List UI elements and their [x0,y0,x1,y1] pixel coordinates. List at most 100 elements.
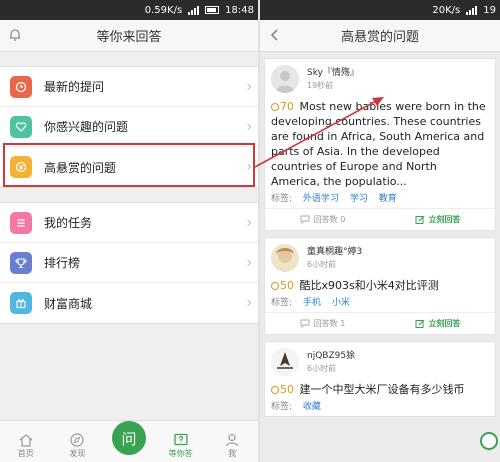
tag-row: 标签: 收藏 [265,397,495,416]
nav-discover[interactable]: 发现 [57,433,97,459]
tag-row: 标签: 外语学习 学习 教育 [265,189,495,208]
nav-label: 发现 [69,449,86,458]
coin-icon [271,103,279,111]
chevron-right-icon: › [246,78,252,95]
question-card[interactable]: njQBZ95狳 6小时前 50 建一个中型大米厂设备有多少钱币 标签: 收藏 [264,341,496,417]
tag[interactable]: 小米 [332,298,350,308]
answer-now-button[interactable]: 立刻回答 [380,318,495,329]
menu-item-high-reward[interactable]: 高悬赏的问题 › [0,147,258,187]
answer-count[interactable]: 回答数 1 [265,318,380,329]
question-body: Most new babies were born in the develop… [271,100,486,188]
task-icon [10,211,32,234]
signal-icon [188,5,200,15]
question-text[interactable]: 50 酷比x903s和小米4对比评测 [265,276,495,293]
tag-row: 标签: 手机 小米 [265,293,495,312]
tags-label: 标签: [271,194,293,204]
tags-label: 标签: [271,298,293,308]
header: 等你来回答 [0,20,258,52]
nav-answer[interactable]: 等你答 [161,433,201,459]
menu-item-latest[interactable]: 最新的提问 › [0,67,258,107]
network-speed: 20K/s [432,4,461,16]
compass-icon [70,433,84,447]
question-text[interactable]: 70 Most new babies were born in the deve… [265,97,495,189]
menu-label: 我的任务 [44,216,93,230]
avatar[interactable] [271,348,299,376]
answer-count-label: 回答数 1 [313,319,346,328]
menu-group-1: 最新的提问 › 你感兴趣的问题 › 高悬赏的问题 › [0,66,258,188]
nav-me[interactable]: 我 [212,433,252,459]
nav-label: 我 [228,449,237,458]
question-text[interactable]: 50 建一个中型大米厂设备有多少钱币 [265,380,495,397]
avatar[interactable] [271,244,299,272]
menu-label: 排行榜 [44,256,81,270]
username[interactable]: 童真桐趣°婷3 [307,244,362,257]
question-card[interactable]: Sky『情殇』 19秒前 70 Most new babies were bor… [264,58,496,231]
comment-icon [300,215,310,224]
menu-item-interested[interactable]: 你感兴趣的问题 › [0,107,258,147]
right-screen: 20K/s 19 高悬赏的问题 Sky『情殇』 19秒前 70 Most new… [258,0,500,462]
avatar[interactable] [271,65,299,93]
status-bar: 0.59K/s 18:48 [0,0,258,20]
nav-ask[interactable]: 问 [109,421,149,459]
edit-icon [415,319,424,328]
clock-time: 18:48 [225,4,254,16]
signal-icon [466,5,478,15]
coin-icon [10,156,32,178]
post-time: 6小时前 [307,260,337,269]
status-bar: 20K/s 19 [260,0,500,20]
menu-item-tasks[interactable]: 我的任务 › [0,203,258,243]
heart-icon [10,115,32,138]
username[interactable]: Sky『情殇』 [307,65,359,78]
left-screen: 0.59K/s 18:48 等你来回答 最新的提问 › 你感兴趣的问题 › 高悬… [0,0,258,462]
card-footer: 回答数 1 立刻回答 [265,312,495,334]
tag[interactable]: 外语学习 [303,194,339,204]
menu-item-leaderboard[interactable]: 排行榜 › [0,243,258,283]
question-body: 酷比x903s和小米4对比评测 [299,279,439,292]
network-speed: 0.59K/s [144,4,183,16]
chevron-right-icon: › [246,214,252,231]
answer-icon [173,433,188,446]
nav-label: 首页 [17,449,34,458]
post-time: 6小时前 [307,364,337,373]
page-title: 等你来回答 [96,30,162,45]
bell-icon[interactable] [8,28,22,46]
menu-label: 高悬赏的问题 [44,160,117,175]
back-arrow-icon[interactable] [268,28,282,46]
menu-item-mall[interactable]: 财富商城 › [0,283,258,323]
reward-amount: 50 [280,383,294,396]
answer-now-button[interactable]: 立刻回答 [380,214,495,225]
answer-count-label: 回答数 0 [313,215,346,224]
post-time: 19秒前 [307,81,334,90]
trophy-icon [10,251,32,274]
menu-label: 财富商城 [44,296,93,311]
tag[interactable]: 教育 [379,194,397,204]
comment-icon [300,319,310,328]
username[interactable]: njQBZ95狳 [307,348,355,361]
chevron-right-icon: › [246,254,252,271]
reward-amount: 70 [280,100,294,113]
floating-action-button[interactable] [480,432,498,450]
tag[interactable]: 手机 [303,298,321,308]
menu-group-2: 我的任务 › 排行榜 › 财富商城 › [0,202,258,324]
bottom-nav: 首页 发现 问 等你答 我 [0,420,258,462]
tag[interactable]: 收藏 [303,402,321,412]
gift-icon [10,292,32,314]
answer-count[interactable]: 回答数 0 [265,214,380,225]
question-body: 建一个中型大米厂设备有多少钱币 [299,383,465,396]
clock-time: 19 [483,4,496,16]
clock-icon [10,75,32,98]
coin-icon [271,282,279,290]
card-footer: 回答数 0 立刻回答 [265,208,495,230]
tag[interactable]: 学习 [350,194,368,204]
menu-label: 最新的提问 [44,80,105,94]
answer-now-label: 立刻回答 [428,215,461,224]
question-card[interactable]: 童真桐趣°婷3 6小时前 50 酷比x903s和小米4对比评测 标签: 手机 小… [264,237,496,335]
answer-now-label: 立刻回答 [428,319,461,328]
menu-label: 你感兴趣的问题 [44,120,129,134]
ask-button[interactable]: 问 [111,421,146,455]
home-icon [19,434,33,447]
coin-icon [271,386,279,394]
nav-label: 等你答 [168,449,193,458]
reward-amount: 50 [280,279,294,292]
nav-home[interactable]: 首页 [6,433,46,459]
